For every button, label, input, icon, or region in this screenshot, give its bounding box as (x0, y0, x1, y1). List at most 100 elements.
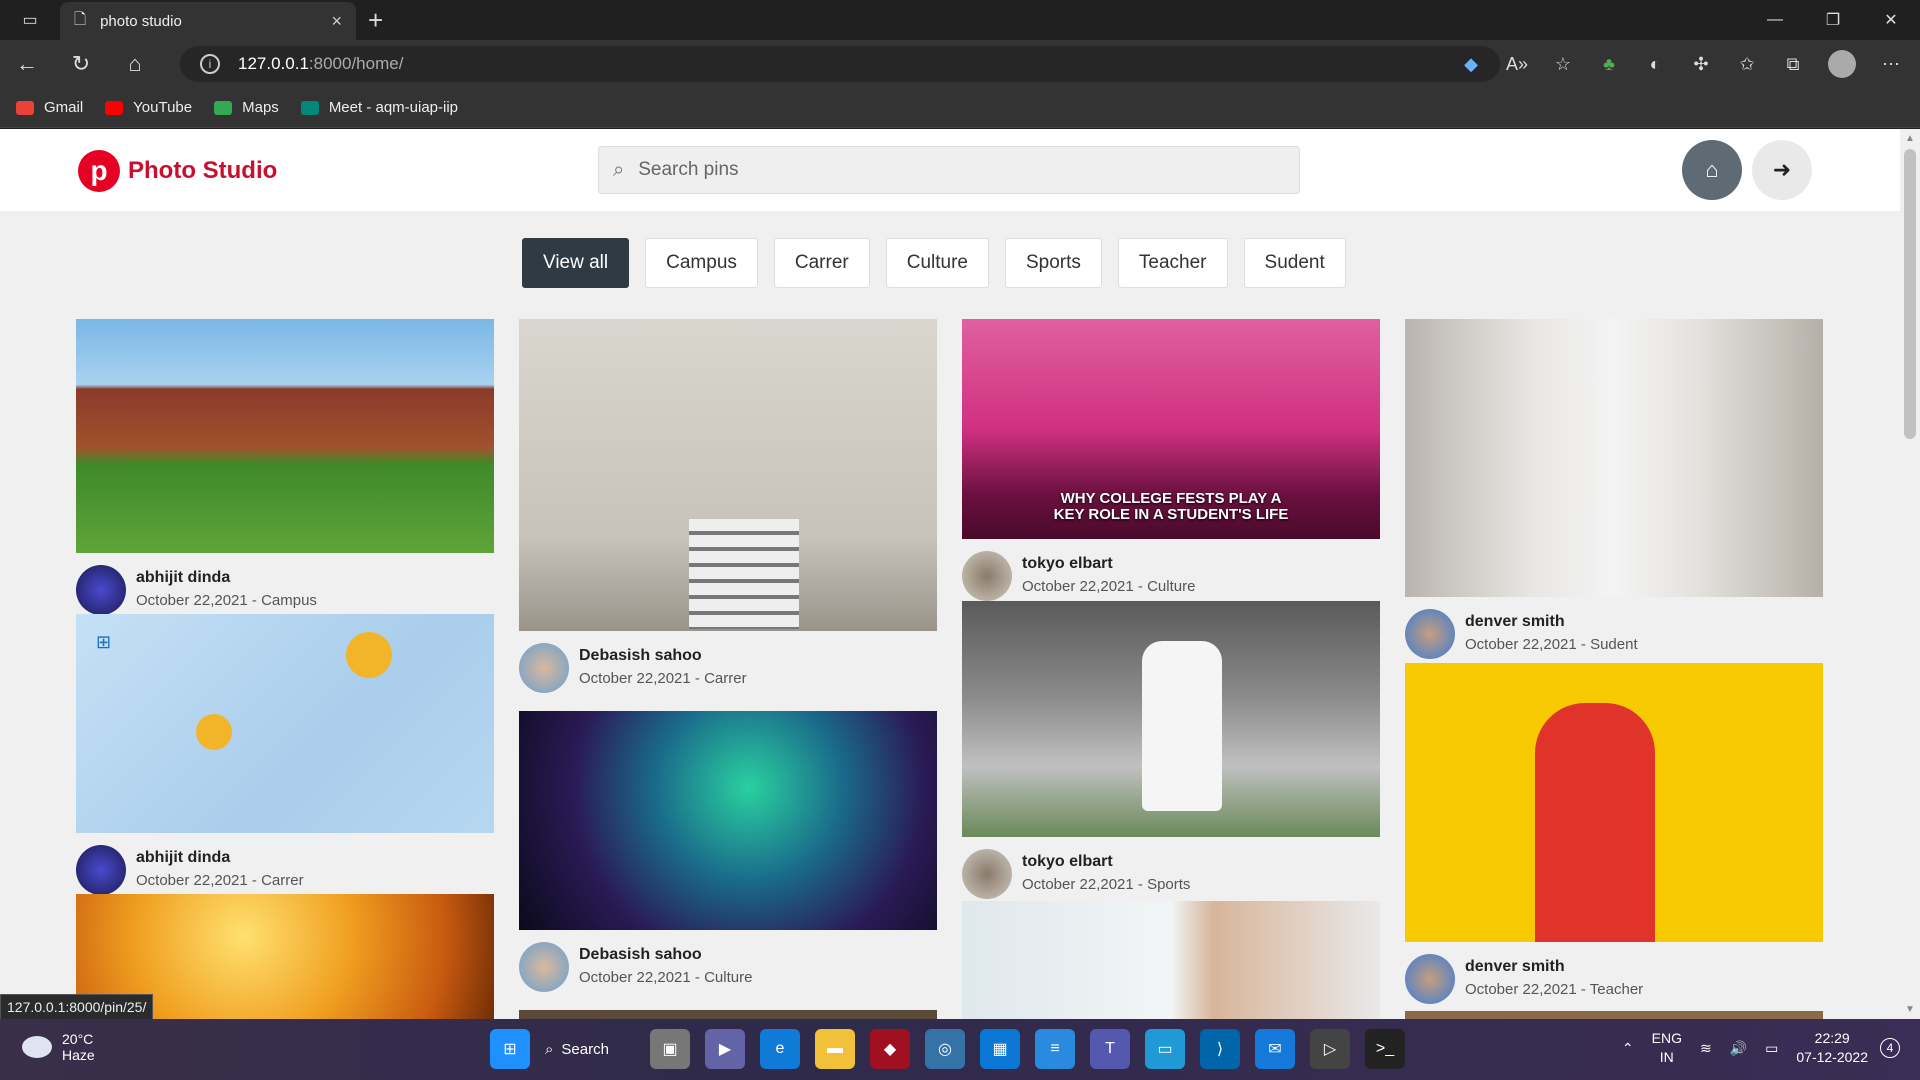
pin-image[interactable]: ⊞ (76, 614, 494, 833)
filter-sports[interactable]: Sports (1004, 238, 1102, 288)
scroll-up-icon[interactable]: ▲ (1905, 133, 1915, 144)
extension-tree-icon[interactable]: ♣ (1586, 40, 1632, 88)
avatar[interactable] (962, 551, 1012, 601)
taskbar-search[interactable]: ⌕ Search (545, 1029, 635, 1069)
brand-logo[interactable]: p Photo Studio (78, 150, 277, 192)
media-player-icon[interactable]: ▷ (1310, 1029, 1350, 1069)
pin-author[interactable]: abhijit dinda (136, 569, 317, 587)
pin-card[interactable] (519, 1010, 937, 1019)
pin-author[interactable]: abhijit dinda (136, 849, 304, 867)
avatar[interactable] (962, 849, 1012, 899)
task-view-icon[interactable]: ▣ (650, 1029, 690, 1069)
notepad-icon[interactable]: ≡ (1035, 1029, 1075, 1069)
avatar[interactable] (519, 942, 569, 992)
pin-card[interactable] (1405, 1011, 1823, 1019)
pin-author[interactable]: denver smith (1465, 958, 1643, 976)
more-icon[interactable]: ⋯ (1868, 40, 1914, 88)
pin-card[interactable]: abhijit dinda October 22,2021 - Campus (76, 319, 494, 615)
weather-widget[interactable]: 20°C Haze (22, 1031, 95, 1063)
login-button[interactable]: ➜ (1752, 140, 1812, 200)
pin-image[interactable] (519, 711, 937, 930)
search-bar[interactable]: ⌕ (598, 146, 1300, 194)
filter-view-all[interactable]: View all (522, 238, 630, 288)
pin-image[interactable] (76, 319, 494, 553)
pin-card[interactable] (962, 901, 1380, 1019)
coupon-icon[interactable]: ◆ (1448, 40, 1494, 88)
profile-icon[interactable] (1828, 50, 1856, 78)
pin-card[interactable]: Debasish sahoo October 22,2021 - Carrer (519, 319, 937, 693)
teams-icon[interactable]: T (1090, 1029, 1130, 1069)
pin-image[interactable] (519, 319, 937, 631)
home-browser-icon[interactable]: ⌂ (108, 40, 162, 88)
filter-teacher[interactable]: Teacher (1117, 238, 1228, 288)
new-tab-icon[interactable]: + (368, 6, 383, 34)
filter-campus[interactable]: Campus (645, 238, 758, 288)
battery-icon[interactable]: ▭ (1765, 1039, 1778, 1058)
avatar[interactable] (1405, 954, 1455, 1004)
favorites-icon[interactable]: ✩ (1724, 40, 1770, 88)
pin-image[interactable]: WHY COLLEGE FESTS PLAY A KEY ROLE IN A S… (962, 319, 1380, 539)
bookmark-meet[interactable]: Meet - aqm-uiap-iip (300, 99, 458, 116)
close-tab-icon[interactable]: × (331, 11, 342, 32)
pin-card[interactable]: ⊞ abhijit dinda October 22,2021 - Carrer (76, 614, 494, 895)
pin-author[interactable]: tokyo elbart (1022, 853, 1190, 871)
chat-icon[interactable]: ▶ (705, 1029, 745, 1069)
refresh-icon[interactable]: ↻ (54, 40, 108, 88)
avatar[interactable] (519, 643, 569, 693)
pin-card[interactable]: tokyo elbart October 22,2021 - Sports (962, 601, 1380, 899)
clock[interactable]: 22:29 07-12-2022 (1796, 1029, 1868, 1067)
avatar[interactable] (76, 845, 126, 895)
close-window-icon[interactable]: ✕ (1862, 0, 1920, 40)
pin-card[interactable]: ⌗ denver smith October 22,2021 - Sudent (1405, 319, 1823, 659)
pin-image[interactable] (519, 1010, 937, 1019)
add-favorite-icon[interactable]: ☆ (1540, 40, 1586, 88)
pin-image[interactable] (1405, 1011, 1823, 1019)
search-input[interactable] (638, 159, 1239, 181)
pin-author[interactable]: denver smith (1465, 613, 1638, 631)
store-icon[interactable]: ▦ (980, 1029, 1020, 1069)
avatar[interactable] (76, 565, 126, 615)
pin-image[interactable] (962, 901, 1380, 1019)
mail-icon[interactable]: ✉ (1255, 1029, 1295, 1069)
extension-icon[interactable]: ◐ (1632, 40, 1678, 88)
collections-icon[interactable]: ⧉ (1770, 40, 1816, 88)
scroll-thumb[interactable] (1904, 149, 1916, 439)
bookmark-gmail[interactable]: Gmail (16, 99, 83, 116)
pin-image[interactable]: ⌗ (1405, 319, 1823, 597)
extensions-icon[interactable]: ✣ (1678, 40, 1724, 88)
file-explorer-icon[interactable]: ▬ (815, 1029, 855, 1069)
python-icon[interactable]: ◎ (925, 1029, 965, 1069)
pin-card[interactable]: WHY COLLEGE FESTS PLAY A KEY ROLE IN A S… (962, 319, 1380, 601)
wifi-icon[interactable]: ≋ (1700, 1039, 1712, 1058)
home-button[interactable]: ⌂ (1682, 140, 1742, 200)
avatar[interactable] (1405, 609, 1455, 659)
back-icon[interactable]: ← (0, 40, 54, 88)
pin-image[interactable] (1405, 663, 1823, 942)
pin-card[interactable]: denver smith October 22,2021 - Teacher (1405, 663, 1823, 1004)
vscode-icon[interactable]: ⟩ (1200, 1029, 1240, 1069)
restore-icon[interactable]: ❐ (1804, 0, 1862, 40)
visual-search-icon[interactable]: ⌗ (1795, 333, 1805, 354)
filter-sudent[interactable]: Sudent (1243, 238, 1346, 288)
page-scrollbar[interactable]: ▲ ▼ (1900, 129, 1920, 1019)
filter-culture[interactable]: Culture (885, 238, 989, 288)
browser-tab[interactable]: 🗋 photo studio × (60, 2, 356, 40)
pin-author[interactable]: tokyo elbart (1022, 555, 1195, 573)
pin-card[interactable]: Debasish sahoo October 22,2021 - Culture (519, 711, 937, 992)
read-aloud-icon[interactable]: A» (1494, 40, 1540, 88)
filter-carrer[interactable]: Carrer (773, 238, 870, 288)
pin-author[interactable]: Debasish sahoo (579, 647, 747, 665)
volume-icon[interactable]: 🔊 (1730, 1039, 1747, 1058)
minimize-icon[interactable]: — (1746, 0, 1804, 40)
bookmark-youtube[interactable]: YouTube (105, 99, 192, 116)
pin-author[interactable]: Debasish sahoo (579, 946, 752, 964)
game-app-icon[interactable]: ◆ (870, 1029, 910, 1069)
edge-icon[interactable]: e (760, 1029, 800, 1069)
info-icon[interactable]: i (200, 54, 220, 74)
chevron-up-icon[interactable]: ⌃ (1622, 1040, 1634, 1057)
remote-desktop-icon[interactable]: ▭ (1145, 1029, 1185, 1069)
url-field[interactable]: i 127.0.0.1 :8000/home/ (180, 46, 1500, 82)
scroll-down-icon[interactable]: ▼ (1905, 1004, 1915, 1015)
tab-actions-icon[interactable]: ▭ (0, 0, 60, 40)
language-indicator[interactable]: ENG IN (1652, 1029, 1682, 1067)
